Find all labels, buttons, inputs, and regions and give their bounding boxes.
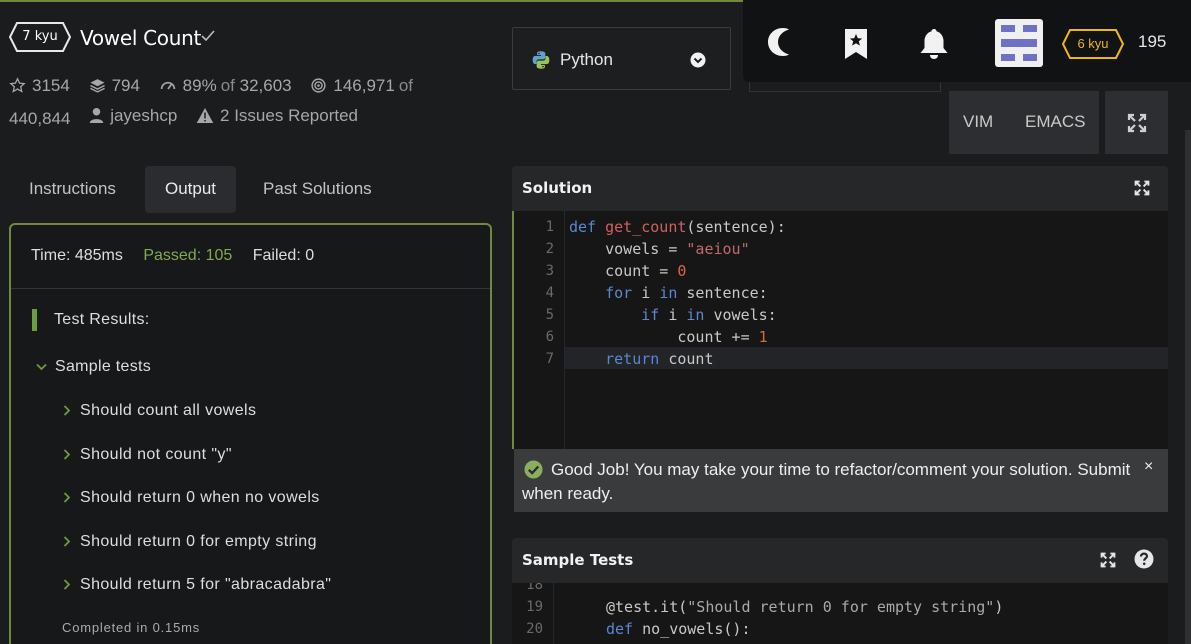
- code-line: for i in sentence:: [605, 284, 768, 302]
- close-icon[interactable]: ×: [1144, 458, 1153, 476]
- passed-label: Passed: 105: [143, 247, 233, 264]
- test-item[interactable]: Should return 0 for empty string: [63, 533, 317, 551]
- completed-stat: 146,971 of: [310, 72, 413, 99]
- chevron-down-icon: [690, 52, 706, 68]
- time-label: Time: 485ms: [31, 247, 123, 264]
- user-avatar[interactable]: [995, 19, 1043, 67]
- test-item[interactable]: Should return 0 when no vowels: [63, 489, 320, 507]
- layers-icon: [89, 79, 105, 93]
- help-icon[interactable]: [1134, 549, 1154, 569]
- expand-icon[interactable]: [1100, 552, 1116, 568]
- tab-past-solutions[interactable]: Past Solutions: [243, 166, 392, 213]
- line-number: 19: [526, 599, 543, 615]
- chevron-down-icon: [36, 363, 47, 371]
- kata-rank-badge: 7 kyu: [9, 22, 71, 52]
- code-line: def no_vowels():: [606, 620, 751, 638]
- moon-icon[interactable]: [765, 24, 795, 60]
- tab-output[interactable]: Output: [145, 166, 237, 213]
- chevron-right-icon: [63, 579, 70, 590]
- chevron-right-icon: [63, 492, 70, 503]
- line-number: 6: [545, 329, 554, 345]
- sample-tests-editor[interactable]: 18 19 20 @test.it("Should return 0 for e…: [512, 583, 1168, 644]
- bell-icon[interactable]: [919, 28, 949, 60]
- solution-title: Solution: [522, 179, 593, 197]
- test-results-header: Test Results:: [32, 309, 150, 331]
- chevron-right-icon: [63, 449, 70, 460]
- test-item[interactable]: Should count all vowels: [63, 402, 256, 420]
- success-toast: Good Job! You may take your time to refa…: [514, 449, 1168, 512]
- completed-total: 440,844: [9, 109, 71, 128]
- line-number: 3: [545, 263, 554, 279]
- code-line: vowels = "aeiou": [569, 240, 750, 258]
- target-icon: [311, 78, 326, 93]
- line-gutter: 18 19 20: [512, 583, 554, 644]
- satisfaction-stat: 89% of 32,603: [159, 72, 292, 99]
- emacs-mode-button[interactable]: EMACS: [1025, 112, 1085, 132]
- user-icon: [89, 108, 104, 123]
- language-label: Python: [560, 50, 613, 69]
- expand-icon: [1127, 113, 1147, 133]
- collections-stat[interactable]: 794: [89, 72, 140, 99]
- completed-time: Completed in 0.15ms: [62, 620, 201, 635]
- divider: [11, 288, 490, 289]
- line-number: 7: [545, 351, 554, 367]
- sample-tests-title: Sample Tests: [522, 551, 634, 569]
- expand-icon[interactable]: [1134, 180, 1150, 196]
- panel-tabs: Instructions Output Past Solutions: [9, 166, 409, 213]
- sample-tests-header: Sample Tests: [512, 538, 1168, 583]
- output-summary: Time: 485ms Passed: 105 Failed: 0: [31, 247, 330, 265]
- tab-instructions[interactable]: Instructions: [9, 166, 136, 213]
- line-gutter: 1 2 3 4 5 6 7: [514, 211, 565, 449]
- code-line: def get_count(sentence):: [569, 218, 786, 236]
- fullscreen-button[interactable]: [1105, 91, 1168, 154]
- failed-label: Failed: 0: [252, 247, 315, 264]
- top-nav: 6 kyu 195: [743, 0, 1191, 82]
- code-line: if i in vowels:: [641, 306, 777, 324]
- output-panel: Time: 485ms Passed: 105 Failed: 0 Test R…: [9, 223, 492, 644]
- code-line: count += 1: [569, 328, 768, 346]
- test-item[interactable]: Should not count "y": [63, 446, 232, 464]
- checkmark-icon: [201, 30, 215, 42]
- dropdown-shadow: [749, 82, 941, 92]
- warning-icon: [196, 108, 214, 123]
- line-number: 1: [545, 219, 554, 235]
- code-line: @test.it("Should return 0 for empty stri…: [606, 598, 1004, 616]
- test-group-sample-tests[interactable]: Sample tests: [36, 358, 151, 376]
- line-number: 18: [526, 583, 543, 593]
- vim-mode-button[interactable]: VIM: [963, 112, 993, 132]
- stars-stat[interactable]: 3154: [9, 72, 70, 99]
- kata-stats: 3154 794 89% of 32,603 146,971 of 440,844 …: [9, 72, 479, 132]
- line-number: 2: [545, 241, 554, 257]
- solution-editor[interactable]: 1 2 3 4 5 6 7 def get_count(sentence): v…: [512, 211, 1168, 449]
- code-line: return count: [605, 350, 714, 368]
- line-number: 5: [545, 307, 554, 323]
- chevron-right-icon: [63, 405, 70, 416]
- chevron-right-icon: [63, 536, 70, 547]
- line-number: 4: [545, 285, 554, 301]
- line-number: 20: [526, 621, 543, 637]
- author-link[interactable]: jayeshcp: [89, 102, 177, 129]
- gauge-icon: [160, 81, 175, 90]
- page-scrollbar[interactable]: [1185, 130, 1191, 644]
- test-item[interactable]: Should return 5 for "abracadabra": [63, 576, 331, 594]
- bookmark-star-icon[interactable]: [844, 28, 868, 60]
- code-line: count = 0: [569, 262, 687, 280]
- language-select[interactable]: Python: [512, 27, 731, 90]
- editor-mode-group: VIM EMACS: [949, 91, 1099, 154]
- solution-header: Solution: [512, 166, 1168, 211]
- toast-message: Good Job! You may take your time to refa…: [522, 460, 1131, 503]
- honor-count[interactable]: 195: [1138, 32, 1166, 52]
- user-rank-badge[interactable]: 6 kyu: [1062, 29, 1124, 59]
- star-icon: [9, 77, 26, 93]
- kata-title: Vowel Count: [80, 26, 202, 50]
- python-icon: [531, 50, 551, 70]
- issues-link[interactable]: 2 Issues Reported: [196, 102, 358, 129]
